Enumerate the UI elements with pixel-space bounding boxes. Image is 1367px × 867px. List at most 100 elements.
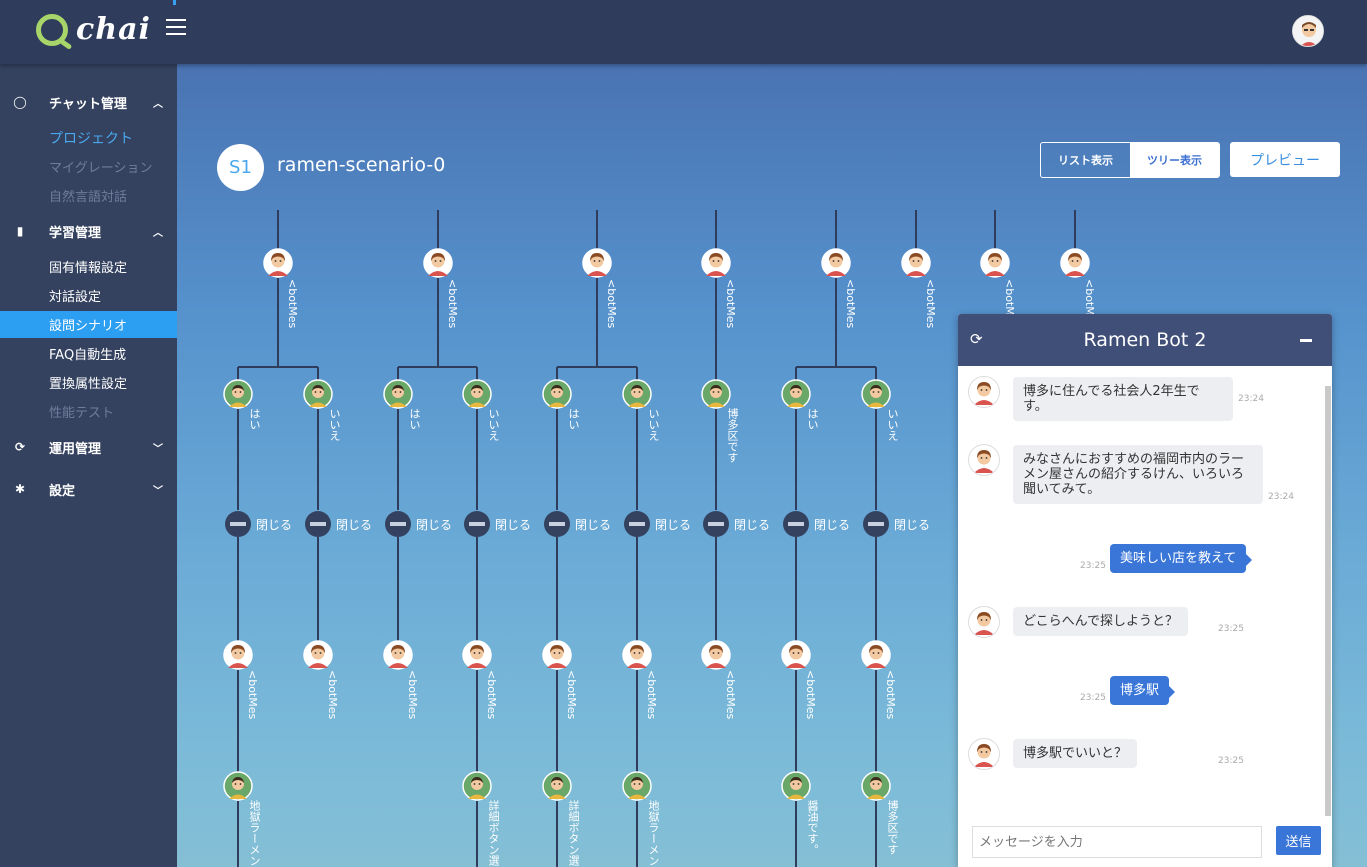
bot-message-node[interactable] [980, 248, 1010, 278]
sidebar-section-label: 設定 [49, 483, 76, 499]
answer-label: いいえ [328, 408, 341, 441]
sidebar-item-unique-info[interactable]: 固有情報設定 [0, 253, 177, 280]
minimize-icon[interactable] [1300, 339, 1312, 342]
chat-messages: 博多に住んでる社会人2年生です。 23:24 みなさんにおすすめの福岡市内のラーメン… [958, 366, 1332, 816]
answer-label: 詳細ボタン選 [567, 800, 580, 866]
chat-scrollbar[interactable] [1325, 386, 1331, 816]
user-answer-node[interactable] [861, 771, 891, 801]
sidebar: ◯ チャット管理 ︿ プロジェクト マイグレーション 自然言語対話 ▮ 学習管理… [0, 64, 177, 867]
user-answer-node[interactable] [861, 379, 891, 409]
logo-mark [36, 13, 68, 46]
sidebar-item-nlp[interactable]: 自然言語対話 [0, 182, 177, 209]
bot-message-node[interactable] [701, 248, 731, 278]
answer-label: 博多区です [726, 408, 739, 463]
sidebar-section-chat[interactable]: ◯ チャット管理 ︿ [0, 87, 177, 117]
user-answer-node[interactable] [462, 771, 492, 801]
minus-icon [549, 522, 565, 526]
answer-label: 博多区です [886, 800, 899, 855]
sidebar-item-faq[interactable]: FAQ自動生成 [0, 340, 177, 367]
user-answer-node[interactable] [622, 379, 652, 409]
user-avatar[interactable] [1292, 15, 1324, 47]
sidebar-item-perf-test[interactable]: 性能テスト [0, 398, 177, 425]
bot-message-label: <botMes [406, 670, 419, 720]
message-time: 23:24 [1268, 492, 1294, 502]
sidebar-section-settings[interactable]: ✱ 設定 ﹀ [0, 474, 177, 504]
sidebar-section-label: 学習管理 [49, 225, 102, 241]
sidebar-item-migration[interactable]: マイグレーション [0, 153, 177, 180]
bot-message-node[interactable] [1060, 248, 1090, 278]
bot-message-node[interactable] [263, 248, 293, 278]
gear-icon: ✱ [14, 482, 26, 496]
menu-toggle-icon[interactable] [166, 19, 186, 35]
close-label: 閉じる [336, 518, 373, 532]
sidebar-item-project[interactable]: プロジェクト [0, 124, 177, 151]
message-time: 23:24 [1238, 394, 1264, 404]
bot-message-label: <botMes [605, 279, 618, 329]
user-answer-node[interactable] [701, 379, 731, 409]
bot-message-node[interactable] [542, 640, 572, 670]
close-label: 閉じる [734, 518, 771, 532]
user-answer-node[interactable] [542, 771, 572, 801]
bot-message-node[interactable] [781, 640, 811, 670]
user-answer-node[interactable] [303, 379, 333, 409]
sidebar-section-operation[interactable]: ⟳ 運用管理 ﹀ [0, 432, 177, 462]
bot-message-node[interactable] [701, 640, 731, 670]
refresh-icon: ⟳ [14, 440, 26, 454]
bot-message-label: <botMes [844, 279, 857, 329]
user-message: 美味しい店を教えて [1110, 544, 1253, 573]
bot-message-node[interactable] [462, 640, 492, 670]
message-input[interactable] [972, 826, 1262, 858]
answer-label: はい [248, 408, 261, 430]
chat-title: Ramen Bot 2 [1083, 329, 1207, 351]
app-logo[interactable]: chai [36, 12, 151, 47]
answer-label: はい [408, 408, 421, 430]
bot-message-label: <botMes [804, 670, 817, 720]
bot-message-node[interactable] [423, 248, 453, 278]
send-button[interactable]: 送信 [1276, 826, 1321, 855]
user-answer-node[interactable] [383, 379, 413, 409]
chevron-up-icon: ︿ [153, 227, 163, 239]
user-answer-node[interactable] [781, 771, 811, 801]
answer-label: 醤油です。 [806, 800, 819, 855]
bot-message-label: <botMes [645, 670, 658, 720]
bot-message-node[interactable] [582, 248, 612, 278]
sidebar-item-scenario[interactable]: 設問シナリオ [0, 311, 177, 338]
chat-preview-window: ⟳ Ramen Bot 2 博多に住んでる社会人2年生です。 23:24 みなさんに… [958, 314, 1332, 867]
answer-label: はい [806, 408, 819, 430]
user-answer-node[interactable] [223, 379, 253, 409]
sidebar-item-replace-attr[interactable]: 置換属性設定 [0, 369, 177, 396]
user-avatar-icon [1293, 16, 1323, 46]
bot-message: どこらへんで探しようと？ [1013, 607, 1188, 636]
chat-bubble-icon: ◯ [13, 95, 27, 109]
sidebar-section-learning[interactable]: ▮ 学習管理 ︿ [0, 216, 177, 246]
close-label: 閉じる [814, 518, 851, 532]
answer-label: 詳細ボタン選 [487, 800, 500, 866]
minus-icon [708, 522, 724, 526]
user-answer-node[interactable] [462, 379, 492, 409]
bot-message-label: <botMes [286, 279, 299, 329]
sidebar-item-dialog[interactable]: 対話設定 [0, 282, 177, 309]
top-marker [173, 0, 176, 5]
bot-message-label: <botMes [326, 670, 339, 720]
top-header: chai [0, 0, 1367, 64]
answer-label: いいえ [647, 408, 660, 441]
bot-message-label: <botMes [724, 670, 737, 720]
user-answer-node[interactable] [542, 379, 572, 409]
message-time: 23:25 [1218, 624, 1244, 634]
user-answer-node[interactable] [622, 771, 652, 801]
bot-message-node[interactable] [303, 640, 333, 670]
close-label: 閉じる [894, 518, 931, 532]
bot-message-node[interactable] [901, 248, 931, 278]
bot-avatar [968, 738, 1000, 770]
bot-message-label: <botMes [724, 279, 737, 329]
user-answer-node[interactable] [781, 379, 811, 409]
message-time: 23:25 [1218, 756, 1244, 766]
bot-message-node[interactable] [861, 640, 891, 670]
bot-message-node[interactable] [383, 640, 413, 670]
sidebar-section-label: チャット管理 [49, 96, 127, 112]
bot-message-node[interactable] [223, 640, 253, 670]
bot-message-node[interactable] [821, 248, 851, 278]
bot-message-label: <botMes [565, 670, 578, 720]
bot-message-node[interactable] [622, 640, 652, 670]
user-answer-node[interactable] [223, 771, 253, 801]
